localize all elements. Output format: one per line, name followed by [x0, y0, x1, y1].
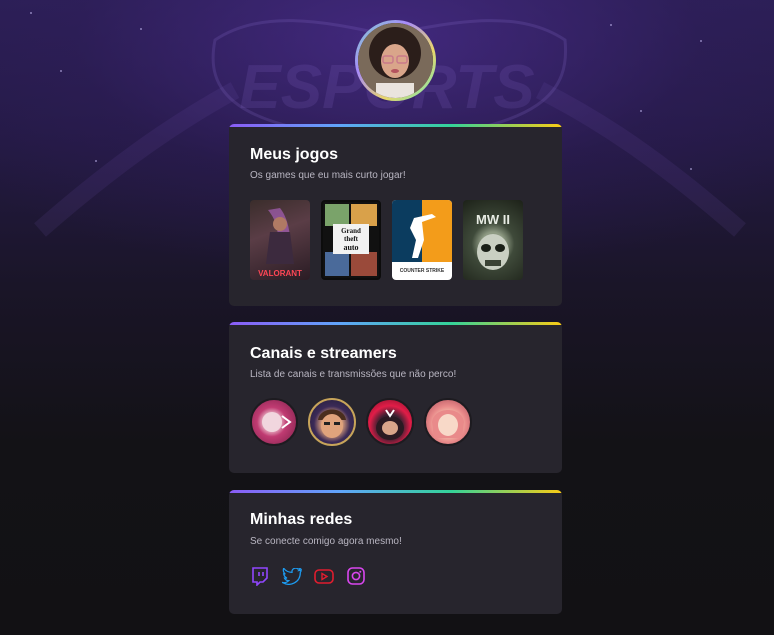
twitter-icon[interactable] — [282, 566, 302, 586]
counter-strike-cover-icon[interactable]: COUNTER STRIKE — [392, 200, 452, 280]
user-avatar — [358, 23, 433, 98]
twitch-icon[interactable] — [250, 566, 270, 586]
games-card-subtitle: Os games que eu mais curto jogar! — [250, 170, 406, 181]
gta-cover-icon[interactable]: Grand theft auto — [321, 200, 381, 280]
streamers-card-title: Canais e streamers — [250, 345, 397, 362]
streamer-avatar-1-icon[interactable] — [250, 398, 298, 446]
svg-text:auto: auto — [343, 243, 358, 252]
svg-text:MW II: MW II — [476, 212, 510, 227]
youtube-icon[interactable] — [314, 566, 334, 586]
streamers-card: Canais e streamers Lista de canais e tra… — [229, 322, 562, 473]
valorant-cover-icon[interactable]: VALORANT — [250, 200, 310, 280]
svg-text:theft: theft — [344, 235, 359, 243]
social-card-title: Minhas redes — [250, 511, 353, 528]
social-card-subtitle: Se conecte comigo agora mesmo! — [250, 536, 402, 547]
avatar-portrait-icon — [358, 23, 433, 98]
streamer-avatar-2-icon[interactable] — [308, 398, 356, 446]
streamers-list — [250, 398, 472, 446]
svg-text:Grand: Grand — [341, 227, 361, 235]
games-card-title: Meus jogos — [250, 146, 339, 163]
games-list: VALORANT Grand theft auto COUNTER STRIKE — [250, 200, 523, 280]
streamers-card-subtitle: Lista de canais e transmissões que não p… — [250, 369, 457, 380]
instagram-icon[interactable] — [346, 566, 366, 586]
svg-text:COUNTER STRIKE: COUNTER STRIKE — [400, 268, 445, 274]
streamer-avatar-3-icon[interactable] — [366, 398, 414, 446]
svg-text:VALORANT: VALORANT — [258, 269, 302, 278]
games-card: Meus jogos Os games que eu mais curto jo… — [229, 124, 562, 306]
streamer-avatar-4-icon[interactable] — [424, 398, 472, 446]
modern-warfare-cover-icon[interactable]: MW II — [463, 200, 523, 280]
social-links — [250, 566, 366, 586]
profile-avatar-ring — [355, 20, 436, 101]
social-card: Minhas redes Se conecte comigo agora mes… — [229, 490, 562, 614]
